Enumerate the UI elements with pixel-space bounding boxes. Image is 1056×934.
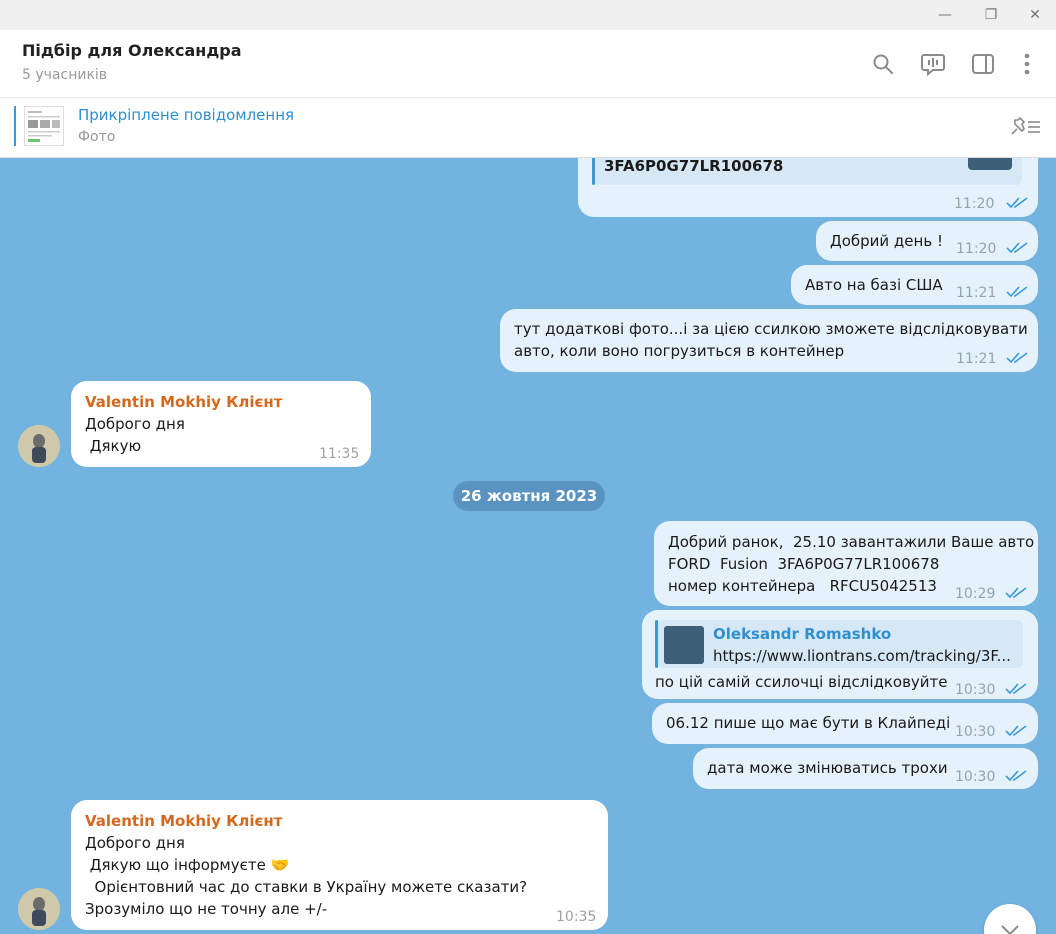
message-bubble-incoming[interactable]: Valentin Mokhiy Клієнт Доброго дня Дякую… bbox=[71, 381, 371, 467]
message-time: 10:35 bbox=[556, 909, 597, 925]
message-time: 11:20 bbox=[956, 241, 997, 257]
voice-chat-icon[interactable] bbox=[918, 49, 948, 79]
pinned-title: Прикріплене повідомлення bbox=[78, 106, 295, 124]
message-text-line: Зрозуміло що не точну але +/- bbox=[85, 900, 328, 918]
members-count[interactable]: 5 учасників bbox=[22, 67, 107, 83]
message-time: 10:30 bbox=[955, 769, 996, 785]
restore-icon: ❐ bbox=[984, 7, 998, 23]
window-titlebar: — ❐ ✕ bbox=[0, 0, 1056, 30]
link-preview[interactable]: Oleksandr Romashko https://www.liontrans… bbox=[655, 620, 1023, 668]
chat-header: Підбір для Олександра 5 учасників bbox=[0, 30, 1056, 98]
search-icon[interactable] bbox=[868, 49, 898, 79]
message-bubble-outgoing[interactable]: Добрий ранок, 25.10 завантажили Ваше авт… bbox=[654, 521, 1038, 606]
double-check-icon bbox=[1006, 197, 1028, 209]
vin-text: 3FA6P0G77LR100678 bbox=[604, 158, 784, 175]
message-time: 11:35 bbox=[319, 446, 360, 462]
message-text-line: Доброго дня bbox=[85, 834, 185, 852]
message-text: Авто на базі США bbox=[805, 276, 943, 294]
double-check-icon bbox=[1005, 770, 1027, 782]
minimize-icon: — bbox=[938, 7, 952, 23]
restore-button[interactable]: ❐ bbox=[968, 0, 1014, 30]
sidebar-toggle-icon[interactable] bbox=[968, 49, 998, 79]
message-bubble-outgoing[interactable]: Добрий день ! 11:20 bbox=[816, 221, 1038, 261]
close-button[interactable]: ✕ bbox=[1012, 0, 1056, 30]
message-text: Добрий день ! bbox=[830, 232, 943, 250]
message-text-line: Добрий ранок, 25.10 завантажили Ваше авт… bbox=[668, 533, 1035, 551]
double-check-icon bbox=[1006, 352, 1028, 364]
pinned-list-icon[interactable] bbox=[1008, 116, 1042, 138]
forwarded-preview[interactable]: 3FA6P0G77LR100678 bbox=[592, 158, 1022, 185]
message-bubble-outgoing[interactable]: Oleksandr Romashko https://www.liontrans… bbox=[642, 610, 1038, 699]
sender-name[interactable]: Valentin Mokhiy Клієнт bbox=[85, 810, 282, 832]
avatar[interactable] bbox=[18, 425, 60, 467]
message-text: дата може змінюватись трохи bbox=[707, 759, 948, 777]
message-text-line: Дякую bbox=[85, 437, 142, 455]
message-text-line: тут додаткові фото...і за цією ссилкою з… bbox=[514, 320, 1028, 338]
minimize-button[interactable]: — bbox=[922, 0, 968, 30]
pinned-thumbnail bbox=[24, 106, 64, 146]
message-bubble-outgoing[interactable]: Авто на базі США 11:21 bbox=[791, 265, 1038, 305]
message-time: 10:30 bbox=[955, 724, 996, 740]
pinned-message-bar[interactable]: Прикріплене повідомлення Фото bbox=[0, 98, 1056, 158]
message-bubble-outgoing[interactable]: 3FA6P0G77LR100678 11:20 bbox=[578, 158, 1038, 217]
message-text-line: Орієнтовний час до ставки в Україну може… bbox=[85, 878, 528, 896]
scroll-to-bottom-button[interactable] bbox=[984, 904, 1036, 934]
message-time: 11:21 bbox=[956, 285, 997, 301]
message-text-line: FORD Fusion 3FA6P0G77LR100678 bbox=[668, 555, 940, 573]
message-text-line: авто, коли воно погрузиться в контейнер bbox=[514, 342, 845, 360]
double-check-icon bbox=[1005, 587, 1027, 599]
message-text-line: Дякую що інформуєте 🤝 bbox=[85, 856, 290, 874]
message-bubble-outgoing[interactable]: дата може змінюватись трохи 10:30 bbox=[693, 748, 1038, 789]
pinned-accent-line bbox=[14, 106, 16, 146]
date-separator: 26 жовтня 2023 bbox=[453, 481, 605, 511]
message-text: 06.12 пише що має бути в Клайпеді bbox=[666, 714, 951, 732]
double-check-icon bbox=[1006, 242, 1028, 254]
sender-name[interactable]: Valentin Mokhiy Клієнт bbox=[85, 391, 282, 413]
message-time: 11:21 bbox=[956, 351, 997, 367]
message-text-line: Доброго дня bbox=[85, 415, 185, 433]
chat-title[interactable]: Підбір для Олександра bbox=[22, 41, 242, 60]
message-bubble-incoming[interactable]: Valentin Mokhiy Клієнт Доброго дня Дякую… bbox=[71, 800, 608, 930]
close-icon: ✕ bbox=[1029, 7, 1041, 23]
message-bubble-outgoing[interactable]: тут додаткові фото...і за цією ссилкою з… bbox=[500, 309, 1038, 372]
message-bubble-outgoing[interactable]: 06.12 пише що має бути в Клайпеді 10:30 bbox=[652, 703, 1038, 744]
message-time: 10:30 bbox=[955, 682, 996, 698]
reply-accent-bar bbox=[592, 158, 595, 185]
pinned-subtitle: Фото bbox=[78, 129, 116, 145]
avatar[interactable] bbox=[18, 888, 60, 930]
chevron-down-icon bbox=[1001, 925, 1019, 934]
preview-image bbox=[968, 158, 1012, 170]
messages-area[interactable]: 3FA6P0G77LR100678 11:20 Добрий день ! 11… bbox=[0, 158, 1056, 934]
message-text: по цій самій ссилочці відслідковуйте bbox=[655, 673, 948, 691]
message-text-line: номер контейнера RFCU5042513 bbox=[668, 577, 937, 595]
reply-accent-bar bbox=[655, 620, 658, 668]
message-time: 10:29 bbox=[955, 586, 996, 602]
message-time: 11:20 bbox=[954, 196, 995, 212]
reply-link[interactable]: https://www.liontrans.com/tracking/3F... bbox=[713, 645, 1011, 667]
double-check-icon bbox=[1005, 725, 1027, 737]
double-check-icon bbox=[1005, 683, 1027, 695]
preview-image bbox=[664, 626, 704, 664]
reply-author: Oleksandr Romashko bbox=[713, 625, 892, 643]
more-vert-icon[interactable] bbox=[1012, 49, 1042, 79]
double-check-icon bbox=[1006, 286, 1028, 298]
